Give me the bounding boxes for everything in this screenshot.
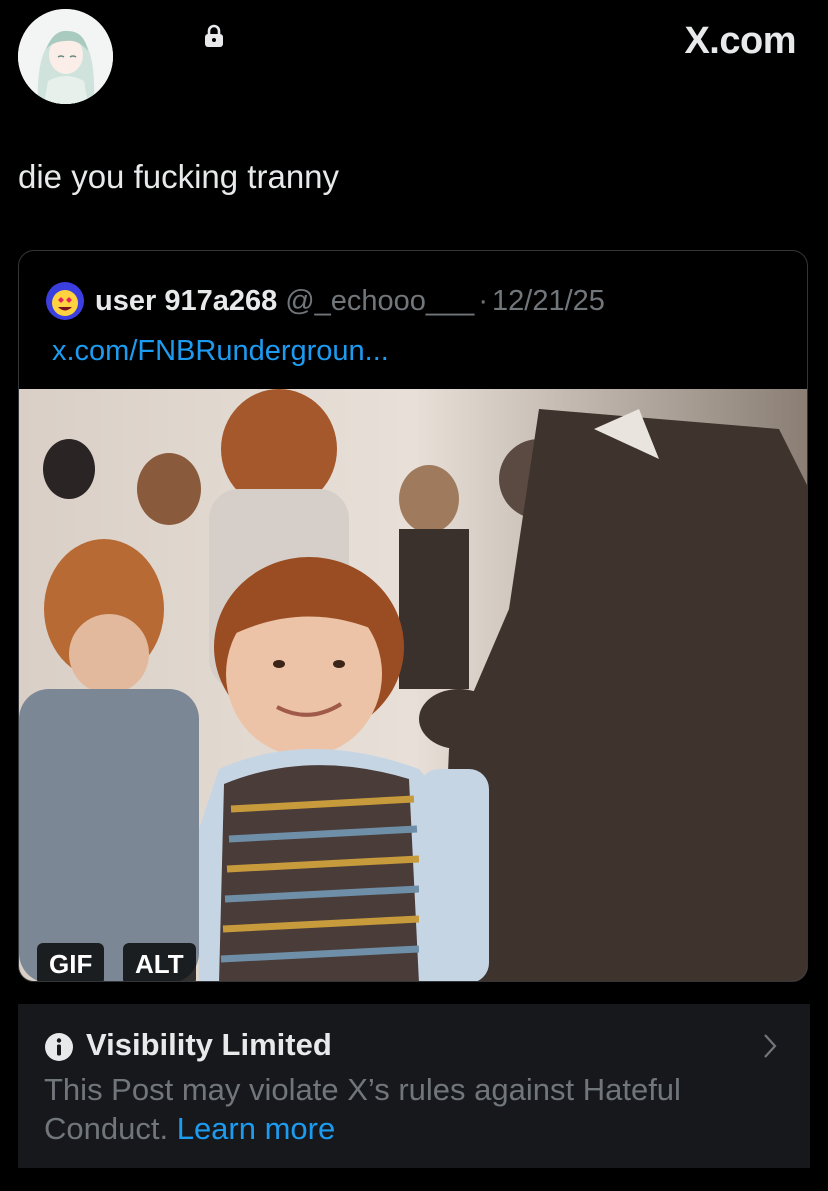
quoted-post-card[interactable]: user 917a268 @_echooo___ · 12/21/25 x.co…	[18, 250, 808, 982]
gif-media[interactable]: GIF ALT	[19, 389, 807, 981]
author-avatar[interactable]	[18, 9, 113, 104]
quoted-display-name[interactable]: user 917a268	[95, 285, 277, 318]
notice-body: This Post may violate X’s rules against …	[44, 1070, 744, 1148]
post-text: die you fucking tranny	[18, 158, 340, 195]
quoted-post-header: user 917a268 @_echooo___ · 12/21/25	[45, 281, 605, 321]
quoted-link[interactable]: x.com/FNBRundergroun...	[52, 335, 389, 368]
alt-badge[interactable]: ALT	[123, 943, 196, 981]
gif-frame-illustration	[19, 389, 807, 981]
anime-avatar-illustration	[18, 9, 113, 104]
separator-dot: ·	[478, 284, 488, 317]
chevron-right-icon[interactable]	[762, 1032, 778, 1060]
notice-body-text: This Post may violate X’s rules against …	[44, 1072, 681, 1146]
site-label: X.com	[684, 20, 796, 62]
quoted-handle[interactable]: @_echooo___	[285, 285, 474, 318]
lock-icon	[205, 24, 223, 47]
visibility-notice[interactable]: Visibility Limited This Post may violate…	[18, 1004, 810, 1168]
notice-title: Visibility Limited	[86, 1027, 332, 1062]
smiley-avatar-icon[interactable]	[45, 281, 85, 321]
learn-more-link[interactable]: Learn more	[177, 1111, 336, 1146]
quoted-date[interactable]: 12/21/25	[492, 285, 605, 318]
gif-badge[interactable]: GIF	[37, 943, 105, 981]
info-icon	[45, 1033, 73, 1061]
